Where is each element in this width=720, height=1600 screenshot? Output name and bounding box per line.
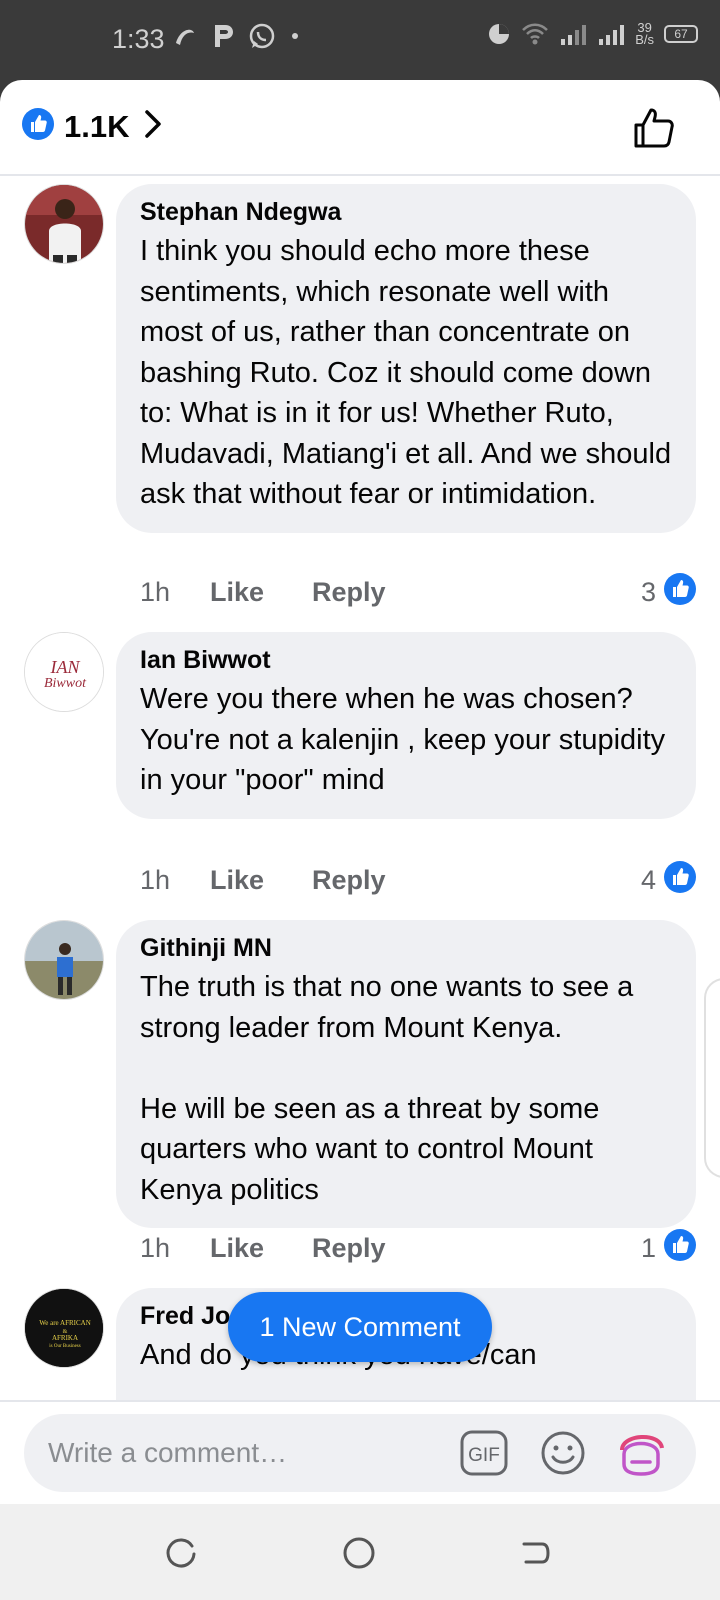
comment-author[interactable]: Githinji MN bbox=[140, 934, 672, 963]
comment-actions: 1h Like Reply bbox=[140, 572, 434, 612]
comment-time: 1h bbox=[140, 864, 171, 895]
side-panel-handle[interactable] bbox=[704, 978, 720, 1178]
comment-text: Were you there when he was chosen? You'r… bbox=[140, 683, 666, 796]
comment-author[interactable]: Ian Biwwot bbox=[140, 646, 672, 675]
back-icon[interactable] bbox=[518, 1536, 552, 1575]
comment-text: The truth is that no one wants to see a … bbox=[140, 971, 634, 1206]
gif-icon[interactable]: GIF bbox=[460, 1430, 508, 1481]
comments-sheet: 1.1K Stephan Ndegwa I think you should e… bbox=[0, 80, 720, 1504]
reactions-summary-button[interactable]: 1.1K bbox=[22, 108, 165, 145]
like-badge-icon bbox=[664, 572, 696, 612]
comment-author[interactable]: Stephan Ndegwa bbox=[140, 198, 672, 227]
signal-2-icon bbox=[597, 23, 625, 45]
comment-bubble[interactable]: Stephan Ndegwa I think you should echo m… bbox=[116, 184, 696, 533]
avatar-logo-text: IAN bbox=[50, 657, 81, 677]
like-count: 1.1K bbox=[64, 108, 130, 144]
like-badge-icon bbox=[22, 108, 54, 145]
svg-text:AFRIKA: AFRIKA bbox=[52, 1334, 78, 1342]
p-app-icon bbox=[210, 22, 236, 50]
avatar-sticker-icon[interactable] bbox=[616, 1430, 666, 1483]
status-system-icons: 39 B/s 67 bbox=[487, 21, 698, 47]
comment-time: 1h bbox=[140, 1232, 171, 1263]
comment-reactions[interactable]: 3 bbox=[641, 572, 696, 612]
reply-button[interactable]: Reply bbox=[312, 577, 386, 608]
data-saver-icon bbox=[487, 22, 511, 46]
reaction-count: 4 bbox=[640, 864, 656, 895]
avatar[interactable]: IAN Biwwot bbox=[24, 632, 104, 712]
reply-button[interactable]: Reply bbox=[312, 865, 386, 896]
comment-reactions[interactable]: 4 bbox=[641, 860, 696, 900]
new-comment-button[interactable]: 1 New Comment bbox=[228, 1292, 492, 1362]
comment-reactions[interactable]: 1 bbox=[641, 1228, 696, 1268]
comment-text: I think you should echo more these senti… bbox=[140, 235, 672, 510]
recents-icon[interactable] bbox=[164, 1536, 198, 1575]
like-button[interactable]: Like bbox=[210, 577, 264, 608]
home-icon[interactable] bbox=[342, 1536, 376, 1575]
like-badge-icon bbox=[664, 1228, 696, 1268]
comment-bubble[interactable]: Githinji MN The truth is that no one wan… bbox=[116, 920, 696, 1228]
svg-text:We are AFRICAN: We are AFRICAN bbox=[39, 1319, 91, 1327]
network-speed: 39 B/s bbox=[635, 21, 654, 47]
like-badge-icon bbox=[664, 860, 696, 900]
whatsapp-icon bbox=[248, 22, 276, 50]
status-bar: 1:33 39 B/s 67 bbox=[0, 0, 720, 80]
like-button[interactable]: Like bbox=[210, 1233, 264, 1264]
system-navigation-bar bbox=[0, 1504, 720, 1600]
reaction-count: 3 bbox=[640, 576, 656, 607]
battery-icon: 67 bbox=[664, 25, 698, 43]
avatar[interactable] bbox=[24, 920, 104, 1000]
signal-1-icon bbox=[559, 23, 587, 45]
network-speed-unit: B/s bbox=[635, 32, 654, 47]
reaction-count: 1 bbox=[640, 1232, 656, 1263]
svg-text:is Our Business: is Our Business bbox=[49, 1344, 80, 1349]
comment-bubble[interactable]: Ian Biwwot Were you there when he was ch… bbox=[116, 632, 696, 819]
comment-actions: 1h Like Reply bbox=[140, 860, 434, 900]
sheet-header: 1.1K bbox=[0, 80, 720, 176]
gif-label: GIF bbox=[468, 1445, 500, 1466]
swirl-app-icon bbox=[172, 23, 198, 49]
comment-input[interactable] bbox=[48, 1414, 448, 1492]
avatar[interactable] bbox=[24, 184, 104, 264]
status-notification-icons bbox=[172, 22, 302, 50]
comment-time: 1h bbox=[140, 576, 171, 607]
wifi-icon bbox=[521, 22, 549, 46]
comment-actions: 1h Like Reply bbox=[140, 1228, 434, 1268]
chevron-right-icon bbox=[139, 108, 165, 145]
comment-composer: GIF bbox=[0, 1400, 720, 1504]
avatar[interactable]: We are AFRICAN & AFRIKA is Our Business bbox=[24, 1288, 104, 1368]
svg-text:Biwwot: Biwwot bbox=[44, 676, 87, 691]
emoji-icon[interactable] bbox=[540, 1430, 586, 1481]
comments-list: Stephan Ndegwa I think you should echo m… bbox=[0, 176, 720, 1480]
thumbs-up-outline-icon[interactable] bbox=[632, 106, 676, 155]
status-time: 1:33 bbox=[112, 24, 165, 54]
dot-icon bbox=[288, 29, 302, 43]
composer-box: GIF bbox=[24, 1414, 696, 1492]
reply-button[interactable]: Reply bbox=[312, 1233, 386, 1264]
like-button[interactable]: Like bbox=[210, 865, 264, 896]
